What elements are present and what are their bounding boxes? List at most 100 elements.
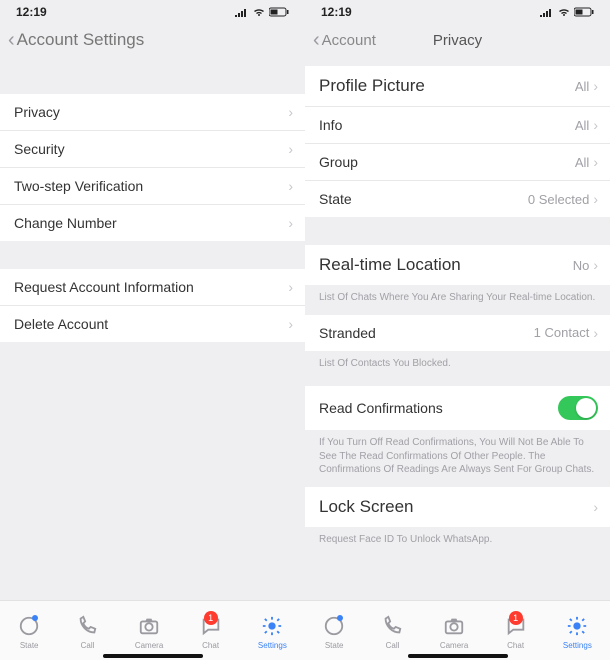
chevron-right-icon: › <box>593 499 598 515</box>
status-indicators <box>540 7 594 17</box>
tab-camera[interactable]: Camera <box>440 615 468 650</box>
chat-icon: 1 <box>200 615 222 639</box>
status-time: 12:19 <box>321 5 352 19</box>
home-indicator <box>408 654 508 658</box>
row-label: Profile Picture <box>319 76 425 96</box>
signal-icon <box>540 7 554 17</box>
row-stranded[interactable]: Stranded 1 Contact› <box>305 315 610 351</box>
wifi-icon <box>557 7 571 17</box>
camera-icon <box>443 615 465 639</box>
screen-account-settings: 12:19 ‹ Account Settings Privacy › Securi… <box>0 0 305 660</box>
row-change-number[interactable]: Change Number› <box>0 205 305 241</box>
tab-label: Call <box>81 641 95 650</box>
battery-icon <box>269 7 289 17</box>
row-value: All <box>575 79 589 94</box>
row-info[interactable]: Info All › <box>305 107 610 144</box>
settings-icon <box>566 615 588 639</box>
row-two-step[interactable]: Two-step Verification › <box>0 168 305 205</box>
caption-lock: Request Face ID To Unlock WhatsApp. <box>305 527 610 557</box>
tab-camera[interactable]: Camera <box>135 615 163 650</box>
row-value: No <box>573 258 590 273</box>
tab-call[interactable]: Call <box>76 615 98 650</box>
row-group[interactable]: Group All › <box>305 144 610 181</box>
row-label: Delete Account <box>14 316 108 332</box>
read-confirmations-toggle[interactable] <box>558 396 598 420</box>
row-label: Privacy <box>14 104 60 120</box>
row-label: Real-time Location <box>319 255 461 275</box>
status-bar: 12:19 <box>305 0 610 22</box>
chevron-right-icon: › <box>593 154 598 170</box>
tab-bar: State Call Camera 1 Chat Settings <box>305 600 610 660</box>
row-label: Group <box>319 154 358 170</box>
badge: 1 <box>204 611 218 625</box>
nav-bar: ‹ Account Settings <box>0 22 305 66</box>
row-security[interactable]: Security › <box>0 131 305 168</box>
tab-label: Chat <box>507 641 524 650</box>
tab-settings[interactable]: Settings <box>258 615 287 650</box>
row-label: Stranded <box>319 325 376 341</box>
chevron-right-icon: › <box>593 191 598 207</box>
row-label: Security <box>14 141 65 157</box>
tab-chat[interactable]: 1Chat <box>200 615 222 650</box>
home-indicator <box>103 654 203 658</box>
chevron-right-icon: › <box>593 117 598 133</box>
caption-stranded: List Of Contacts You Blocked. <box>305 351 610 381</box>
chevron-right-icon: › <box>288 178 293 194</box>
tab-call[interactable]: Call <box>381 615 403 650</box>
status-indicators <box>235 7 289 17</box>
chevron-right-icon: › <box>288 141 293 157</box>
screen-privacy: 12:19 ‹ Account Privacy Profile Picture A… <box>305 0 610 660</box>
nav-bar: ‹ Account Privacy <box>305 22 610 66</box>
state-icon <box>323 615 345 639</box>
nav-back-label[interactable]: Account <box>322 32 376 49</box>
settings-icon <box>261 615 283 639</box>
row-value: 0 Selected <box>528 192 589 207</box>
row-value: All <box>575 118 589 133</box>
tab-label: Settings <box>258 641 287 650</box>
tab-settings[interactable]: Settings <box>563 615 592 650</box>
tab-state[interactable]: State <box>323 615 345 650</box>
caption-read: If You Turn Off Read Confirmations, You … <box>305 430 610 487</box>
badge: 1 <box>509 611 523 625</box>
status-time: 12:19 <box>16 5 47 19</box>
row-state[interactable]: State0 Selected› <box>305 181 610 217</box>
row-label: Two-step Verification <box>14 178 143 194</box>
row-privacy[interactable]: Privacy › <box>0 94 305 131</box>
tab-label: Camera <box>440 641 468 650</box>
row-label: Change Number <box>14 215 117 231</box>
chevron-right-icon: › <box>593 78 598 94</box>
tab-label: Call <box>386 641 400 650</box>
state-icon <box>18 615 40 639</box>
tab-label: State <box>325 641 344 650</box>
tab-chat[interactable]: 1 Chat <box>505 615 527 650</box>
back-icon[interactable]: ‹ <box>8 30 15 50</box>
row-value: 1 Contact <box>534 325 590 340</box>
content-scroll[interactable]: Privacy › Security › Two-step Verification… <box>0 66 305 600</box>
row-value: All <box>575 155 589 170</box>
chevron-right-icon: › <box>593 325 598 341</box>
row-label: Lock Screen <box>319 497 414 517</box>
row-lock-screen[interactable]: Lock Screen › <box>305 487 610 527</box>
row-request-info[interactable]: Request Account Information› <box>0 269 305 306</box>
back-icon[interactable]: ‹ <box>313 30 320 50</box>
content-scroll[interactable]: Profile Picture All › Info All › Group All › S… <box>305 66 610 600</box>
row-label: Read Confirmations <box>319 400 443 416</box>
row-profile-picture[interactable]: Profile Picture All › <box>305 66 610 107</box>
chevron-right-icon: › <box>288 104 293 120</box>
tab-bar: State Call Camera 1Chat Settings <box>0 600 305 660</box>
chat-icon: 1 <box>505 615 527 639</box>
status-bar: 12:19 <box>0 0 305 22</box>
tab-state[interactable]: State <box>18 615 40 650</box>
camera-icon <box>138 615 160 639</box>
signal-icon <box>235 7 249 17</box>
tab-label: Camera <box>135 641 163 650</box>
row-delete-account[interactable]: Delete Account› <box>0 306 305 342</box>
row-realtime-location[interactable]: Real-time Location No› <box>305 245 610 285</box>
caption-location: List Of Chats Where You Are Sharing Your… <box>305 285 610 315</box>
call-icon <box>381 615 403 639</box>
chevron-right-icon: › <box>593 257 598 273</box>
tab-label: State <box>20 641 39 650</box>
nav-title: Account Settings <box>17 30 145 50</box>
row-label: Request Account Information <box>14 279 194 295</box>
row-label: Info <box>319 117 342 133</box>
